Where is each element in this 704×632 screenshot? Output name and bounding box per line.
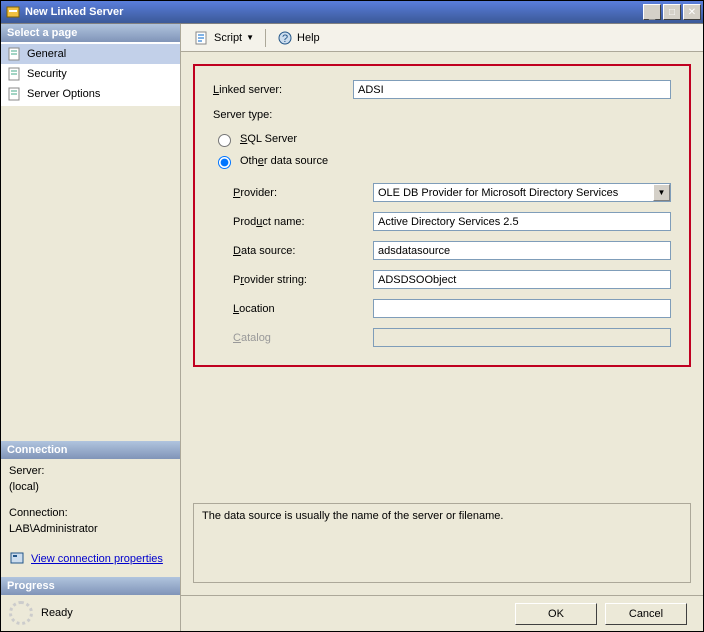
- chevron-down-icon: ▼: [246, 33, 254, 42]
- nav-general[interactable]: General: [1, 44, 180, 64]
- right-panel: Script ▼ ? Help LLinked server:inked ser…: [181, 24, 703, 631]
- connection-header: Connection: [1, 441, 180, 459]
- provider-label: Provider:: [233, 187, 373, 199]
- linked-server-label: LLinked server:inked server:: [213, 84, 353, 96]
- form-highlight-area: LLinked server:inked server: Server type…: [193, 64, 691, 367]
- script-label: Script: [214, 32, 242, 44]
- data-source-label: Data source:: [233, 245, 373, 257]
- provider-value: OLE DB Provider for Microsoft Directory …: [378, 187, 618, 199]
- view-connection-properties-link[interactable]: View connection properties: [31, 553, 163, 565]
- nav-server-options[interactable]: Server Options: [1, 84, 180, 104]
- page-nav-list: General Security Server Options: [1, 42, 180, 106]
- connection-value: LAB\Administrator: [9, 523, 172, 535]
- server-label: Server:: [9, 465, 172, 477]
- chevron-down-icon[interactable]: ▼: [653, 184, 670, 201]
- titlebar[interactable]: New Linked Server _ □ ✕: [1, 1, 703, 23]
- page-icon: [7, 86, 23, 102]
- location-input[interactable]: [373, 299, 671, 318]
- server-type-label: Server type:: [213, 109, 353, 121]
- page-icon: [7, 46, 23, 62]
- dialog-window: New Linked Server _ □ ✕ Select a page Ge…: [0, 0, 704, 632]
- minimize-button[interactable]: _: [643, 4, 661, 20]
- catalog-input: [373, 328, 671, 347]
- script-button[interactable]: Script ▼: [187, 27, 261, 49]
- progress-header: Progress: [1, 577, 180, 595]
- help-label: Help: [297, 32, 320, 44]
- toolbar-separator: [265, 29, 266, 47]
- product-name-input[interactable]: [373, 212, 671, 231]
- radio-other-label[interactable]: Other data source: [240, 155, 328, 167]
- data-source-input[interactable]: [373, 241, 671, 260]
- progress-row: Ready: [1, 595, 180, 631]
- product-name-label: Product name:: [233, 216, 373, 228]
- toolbar: Script ▼ ? Help: [181, 24, 703, 52]
- info-box: The data source is usually the name of t…: [193, 503, 691, 583]
- ok-button[interactable]: OK: [515, 603, 597, 625]
- dialog-buttons: OK Cancel: [181, 595, 703, 631]
- provider-dropdown[interactable]: OLE DB Provider for Microsoft Directory …: [373, 183, 671, 202]
- provider-string-input[interactable]: [373, 270, 671, 289]
- help-icon: ?: [277, 30, 293, 46]
- location-label: Location: [233, 303, 373, 315]
- svg-text:?: ?: [282, 33, 288, 45]
- help-button[interactable]: ? Help: [270, 27, 327, 49]
- connection-label: Connection:: [9, 507, 172, 519]
- connection-info: Server: (local) Connection: LAB\Administ…: [1, 459, 180, 577]
- page-icon: [7, 66, 23, 82]
- close-button[interactable]: ✕: [683, 4, 701, 20]
- info-text: The data source is usually the name of t…: [202, 510, 503, 522]
- cancel-button[interactable]: Cancel: [605, 603, 687, 625]
- spinner-icon: [9, 601, 33, 625]
- window-title: New Linked Server: [25, 6, 643, 18]
- nav-label: Security: [27, 68, 67, 80]
- select-page-header: Select a page: [1, 24, 180, 42]
- radio-other-source[interactable]: [218, 156, 231, 169]
- nav-label: General: [27, 48, 66, 60]
- progress-status: Ready: [41, 607, 73, 619]
- nav-label: Server Options: [27, 88, 100, 100]
- server-value: (local): [9, 481, 172, 493]
- script-icon: [194, 30, 210, 46]
- catalog-label: Catalog: [233, 332, 373, 344]
- maximize-button[interactable]: □: [663, 4, 681, 20]
- provider-string-label: Provider string:: [233, 274, 373, 286]
- linked-server-input[interactable]: [353, 80, 671, 99]
- radio-sql-label[interactable]: SQL Server: [240, 133, 297, 145]
- radio-sql-server[interactable]: [218, 134, 231, 147]
- left-panel: Select a page General Security Server Op…: [1, 24, 181, 631]
- app-icon: [5, 4, 21, 20]
- window-buttons: _ □ ✕: [643, 4, 701, 20]
- properties-icon: [9, 551, 25, 567]
- nav-security[interactable]: Security: [1, 64, 180, 84]
